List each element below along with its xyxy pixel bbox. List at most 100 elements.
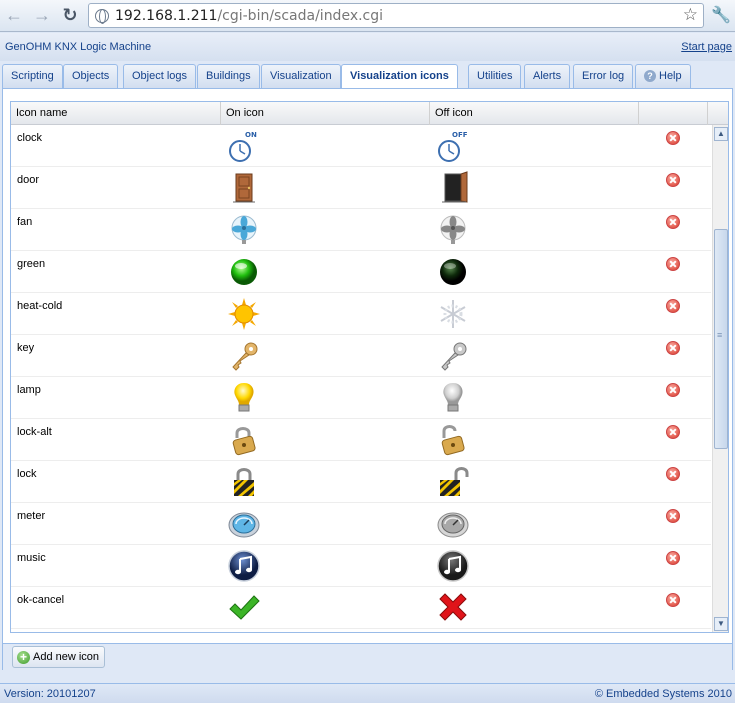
tab-objects[interactable]: Objects xyxy=(63,64,119,88)
green-off-icon xyxy=(440,259,466,285)
snowflake-icon xyxy=(440,300,466,328)
key-off-icon xyxy=(441,342,467,371)
table-row[interactable]: fan xyxy=(11,209,711,251)
address-bar[interactable]: 192.168.1.211/cgi-bin/scada/index.cgi ☆ xyxy=(88,3,704,28)
add-new-icon-label: Add new icon xyxy=(33,651,100,663)
version-text: Version: 20101207 xyxy=(4,688,96,700)
fan-off-icon xyxy=(440,215,466,244)
delete-icon[interactable] xyxy=(666,173,680,187)
url-text: 192.168.1.211/cgi-bin/scada/index.cgi xyxy=(115,8,384,24)
icon-name-cell: meter xyxy=(17,510,46,522)
app-header: GenOHM KNX Logic Machine Start page xyxy=(0,33,735,61)
copyright-text: © Embedded Systems 2010 xyxy=(594,688,732,700)
lock-open-icon xyxy=(440,467,469,496)
meter-off-icon xyxy=(437,512,469,538)
clock-on-label: ON xyxy=(245,131,257,139)
column-icon-name[interactable]: Icon name xyxy=(11,102,221,125)
table-row[interactable]: lamp xyxy=(11,377,711,419)
delete-icon[interactable] xyxy=(666,551,680,565)
tab-alerts[interactable]: Alerts xyxy=(524,64,571,88)
forward-arrow-icon[interactable]: → xyxy=(30,3,54,27)
icon-name-cell: fan xyxy=(17,216,33,228)
icon-name-cell: heat-cold xyxy=(17,300,63,312)
vertical-scrollbar[interactable]: ▲ ▼ xyxy=(712,125,728,632)
table-row[interactable]: green xyxy=(11,251,711,293)
delete-icon[interactable] xyxy=(666,383,680,397)
icon-name-cell: music xyxy=(17,552,46,564)
meter-on-icon xyxy=(228,512,260,538)
tab-visualization[interactable]: Visualization xyxy=(261,64,341,88)
help-icon: ? xyxy=(644,70,656,82)
star-icon[interactable]: ☆ xyxy=(683,5,698,25)
music-on-icon xyxy=(228,550,260,582)
tab-help[interactable]: ? Help xyxy=(635,64,691,88)
lamp-on-icon xyxy=(234,383,254,412)
icon-name-cell: ok-cancel xyxy=(17,594,65,606)
door-off-icon xyxy=(442,171,468,203)
table-row[interactable]: meter xyxy=(11,503,711,545)
delete-icon[interactable] xyxy=(666,509,680,523)
icon-name-cell: lamp xyxy=(17,384,41,396)
red-x-icon xyxy=(439,593,467,621)
delete-icon[interactable] xyxy=(666,131,680,145)
table-row[interactable]: clock ON OFF xyxy=(11,125,711,167)
tab-error-log[interactable]: Error log xyxy=(573,64,634,88)
music-off-icon xyxy=(437,550,469,582)
icon-name-cell: key xyxy=(17,342,35,354)
fan-on-icon xyxy=(231,215,257,244)
scroll-up-icon[interactable]: ▲ xyxy=(714,127,728,141)
icon-name-cell: door xyxy=(17,174,40,186)
table-row[interactable]: heat-cold xyxy=(11,293,711,335)
delete-icon[interactable] xyxy=(666,215,680,229)
icons-grid: Icon name On icon Off icon clock ON OFF xyxy=(10,101,729,633)
table-row[interactable]: lock-alt xyxy=(11,419,711,461)
browser-toolbar: ← → ↻ 192.168.1.211/cgi-bin/scada/index.… xyxy=(0,0,735,32)
green-on-icon xyxy=(231,259,257,285)
padlock-closed-icon xyxy=(232,427,256,456)
table-row[interactable]: key xyxy=(11,335,711,377)
column-on-icon[interactable]: On icon xyxy=(221,102,430,125)
icon-name-cell: lock-alt xyxy=(17,426,52,438)
tab-utilities[interactable]: Utilities xyxy=(468,64,522,88)
delete-icon[interactable] xyxy=(666,257,680,271)
status-bar: Version: 20101207 © Embedded Systems 201… xyxy=(0,683,735,703)
back-arrow-icon[interactable]: ← xyxy=(2,3,26,27)
icon-name-cell: green xyxy=(17,258,46,270)
reload-icon[interactable]: ↻ xyxy=(58,3,82,27)
globe-icon xyxy=(95,9,109,24)
table-row[interactable]: music xyxy=(11,545,711,587)
key-on-icon xyxy=(232,342,258,371)
lamp-off-icon xyxy=(443,383,463,412)
tab-scripting[interactable]: Scripting xyxy=(2,64,63,88)
scroll-thumb[interactable] xyxy=(714,229,728,449)
start-page-link[interactable]: Start page xyxy=(681,41,732,53)
column-actions xyxy=(639,102,708,125)
delete-icon[interactable] xyxy=(666,467,680,481)
table-row[interactable]: lock xyxy=(11,461,711,503)
icon-name-cell: lock xyxy=(17,468,37,480)
column-off-icon[interactable]: Off icon xyxy=(430,102,639,125)
delete-icon[interactable] xyxy=(666,593,680,607)
clock-on-icon: ON xyxy=(229,131,257,162)
padlock-open-icon xyxy=(441,425,465,456)
delete-icon[interactable] xyxy=(666,299,680,313)
clock-off-icon: OFF xyxy=(438,131,468,162)
bottom-toolbar: + Add new icon xyxy=(3,643,732,670)
app-title: GenOHM KNX Logic Machine xyxy=(5,41,152,53)
table-row[interactable] xyxy=(11,629,711,632)
table-row[interactable]: door xyxy=(11,167,711,209)
tab-help-label: Help xyxy=(659,70,682,82)
wrench-icon[interactable]: 🔧 xyxy=(711,5,731,25)
tab-buildings[interactable]: Buildings xyxy=(197,64,260,88)
add-new-icon-button[interactable]: + Add new icon xyxy=(12,646,106,668)
tab-object-logs[interactable]: Object logs xyxy=(123,64,197,88)
grid-header: Icon name On icon Off icon xyxy=(11,102,728,125)
delete-icon[interactable] xyxy=(666,425,680,439)
plus-icon: + xyxy=(17,650,30,664)
main-panel: Icon name On icon Off icon clock ON OFF xyxy=(2,88,733,670)
scroll-down-icon[interactable]: ▼ xyxy=(714,617,728,631)
checkmark-icon xyxy=(229,595,260,620)
delete-icon[interactable] xyxy=(666,341,680,355)
table-row[interactable]: ok-cancel xyxy=(11,587,711,629)
tab-visualization-icons[interactable]: Visualization icons xyxy=(341,64,458,89)
